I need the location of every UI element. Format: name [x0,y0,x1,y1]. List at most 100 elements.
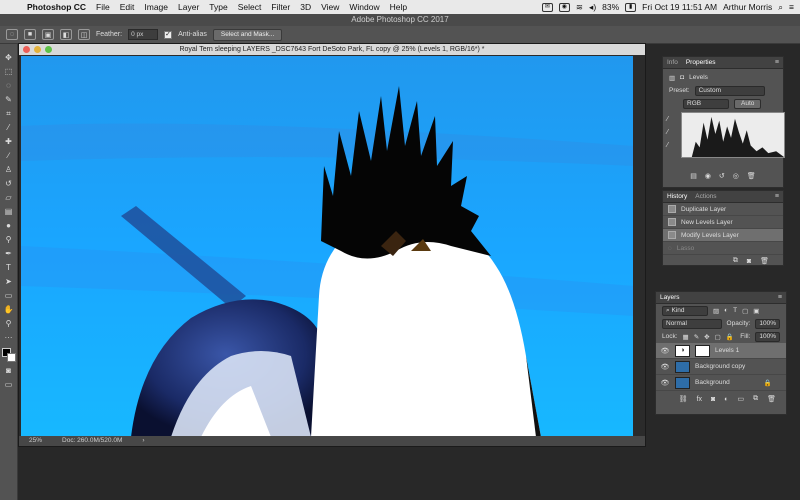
intersect-selection-icon[interactable]: ◫ [78,29,90,40]
layer-name[interactable]: Background [695,379,730,386]
tab-history[interactable]: History [667,193,687,200]
spotlight-icon[interactable]: ⌕ [778,2,783,13]
menu-app-name[interactable]: Photoshop CC [22,2,91,12]
history-brush-tool-icon[interactable]: ↺ [2,178,15,189]
lock-artboard-icon[interactable]: ▢ [715,333,721,341]
new-document-from-state-icon[interactable]: ⧉ [733,257,738,265]
fill-input[interactable]: 100% [755,331,780,342]
filter-shape-icon[interactable]: ▢ [742,307,748,315]
layers-menu-icon[interactable]: ≡ [778,294,782,301]
new-snapshot-icon[interactable]: ◙ [747,258,751,265]
zoom-tool-icon[interactable]: ⚲ [2,318,15,329]
background-color-swatch[interactable] [6,353,16,362]
opacity-input[interactable]: 100% [755,318,780,329]
volume-icon[interactable]: ◂) [589,2,596,13]
status-app-icon[interactable]: ◉ [558,2,570,12]
menu-3d[interactable]: 3D [295,2,316,12]
history-item[interactable]: Duplicate Layer [663,203,783,216]
filter-smart-object-icon[interactable]: ▣ [753,307,759,315]
history-item[interactable]: ◌ Lasso [663,242,783,255]
menu-type[interactable]: Type [204,2,232,12]
clone-stamp-tool-icon[interactable]: ♙ [2,164,15,175]
layer-name[interactable]: Levels 1 [715,347,739,354]
history-menu-icon[interactable]: ≡ [775,193,779,200]
visibility-eye-icon[interactable]: 👁 [660,347,670,355]
brush-tool-icon[interactable]: ∕ [2,150,15,161]
lasso-tool-icon[interactable]: ◌ [2,80,15,91]
pen-tool-icon[interactable]: ✒ [2,248,15,259]
new-adjustment-layer-icon[interactable]: ◐ [724,396,728,403]
path-selection-tool-icon[interactable]: ➤ [2,276,15,287]
rectangle-tool-icon[interactable]: ▭ [2,290,15,301]
feather-input[interactable]: 0 px [128,29,159,40]
layer-lock-icon[interactable]: 🔒 [764,379,772,387]
clock[interactable]: Fri Oct 19 11:51 AM [642,2,717,12]
visibility-eye-icon[interactable]: 👁 [660,379,670,387]
more-tools-icon[interactable]: ··· [2,332,15,343]
menu-image[interactable]: Image [139,2,173,12]
quick-select-tool-icon[interactable]: ✎ [2,94,15,105]
notification-center-icon[interactable]: ≡ [789,2,794,12]
battery-icon[interactable]: ▮ [625,2,637,12]
menu-view[interactable]: View [316,2,344,12]
eraser-tool-icon[interactable]: ▱ [2,192,15,203]
view-previous-icon[interactable]: ◉ [705,172,711,180]
move-tool-icon[interactable]: ✥ [2,52,15,63]
menu-edit[interactable]: Edit [115,2,140,12]
marquee-tool-icon[interactable]: ⬚ [2,66,15,77]
status-menu-arrow[interactable]: › [142,436,144,446]
levels-histogram[interactable] [681,112,785,158]
dodge-tool-icon[interactable]: ⚲ [2,234,15,245]
tab-info[interactable]: Info [667,59,678,66]
clip-to-layer-icon[interactable]: ▤ [690,172,697,180]
tab-properties[interactable]: Properties [686,59,716,66]
link-layers-icon[interactable]: ⛓ [679,395,688,403]
layer-name[interactable]: Background copy [695,363,745,370]
select-and-mask-button[interactable]: Select and Mask... [212,28,283,41]
gradient-tool-icon[interactable]: ▤ [2,206,15,217]
delete-state-icon[interactable]: 🗑 [760,257,769,265]
minimize-window-button[interactable] [34,46,41,53]
anti-alias-checkbox[interactable]: ✓ [164,30,173,39]
delete-layer-icon[interactable]: 🗑 [767,395,776,403]
visibility-icon[interactable]: ◎ [733,172,739,180]
visibility-eye-icon[interactable]: 👁 [660,363,670,371]
wifi-icon[interactable]: ≋ [576,2,583,13]
lock-image-icon[interactable]: ✎ [694,333,699,341]
image-canvas[interactable] [21,56,634,437]
blend-mode-dropdown[interactable]: Normal [662,318,722,329]
blur-tool-icon[interactable]: ● [2,220,15,231]
layer-filter-dropdown[interactable]: ⌕ Kind [662,305,708,316]
black-point-eyedropper-icon[interactable]: ⁄ [667,116,668,123]
preset-dropdown[interactable]: Custom [694,85,765,96]
gray-point-eyedropper-icon[interactable]: ⁄ [667,129,668,136]
close-window-button[interactable] [23,46,30,53]
auto-button[interactable]: Auto [734,98,762,109]
layer-row-background[interactable]: 👁 Background 🔒 [656,375,786,391]
zoom-level[interactable]: 25% [29,436,42,446]
levels-mask-icon[interactable]: ◘ [680,74,684,81]
add-mask-icon[interactable]: ◙ [711,396,715,403]
hand-tool-icon[interactable]: ✋ [2,304,15,315]
menu-layer[interactable]: Layer [173,2,204,12]
layer-row-background-copy[interactable]: 👁 Background copy [656,359,786,375]
tab-layers[interactable]: Layers [660,294,680,301]
user-name[interactable]: Arthur Morris [723,2,772,12]
menu-file[interactable]: File [91,2,115,12]
crop-tool-icon[interactable]: ⌗ [2,108,15,119]
lasso-tool-preset-icon[interactable]: ◌ [6,29,18,40]
filter-pixel-icon[interactable]: ▨ [713,307,719,315]
quick-mask-icon[interactable]: ◙ [2,365,15,376]
history-item-selected[interactable]: Modify Levels Layer [663,229,783,242]
lock-transparency-icon[interactable]: ▦ [683,333,689,341]
new-group-icon[interactable]: ▭ [737,395,744,403]
color-swatches[interactable] [1,348,16,362]
eyedropper-tool-icon[interactable]: ⁄ [2,122,15,133]
channel-dropdown[interactable]: RGB [683,98,729,109]
document-scrollbar[interactable] [633,56,645,437]
history-item[interactable]: New Levels Layer [663,216,783,229]
screen-mode-icon[interactable]: ▭ [2,379,15,390]
layer-row-levels[interactable]: 👁 ◑ Levels 1 [656,343,786,359]
type-tool-icon[interactable]: T [2,262,15,273]
new-selection-icon[interactable]: ■ [24,29,36,40]
